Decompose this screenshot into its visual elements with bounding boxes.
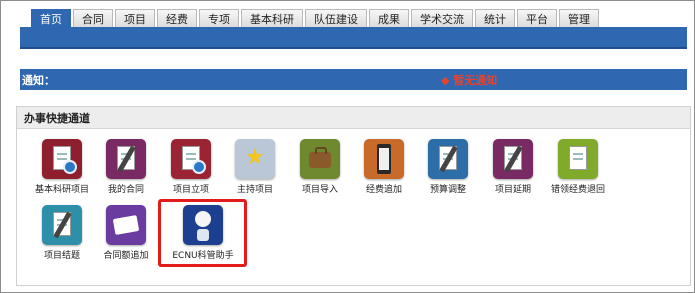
document-disc-icon <box>42 139 82 179</box>
notice-message: ◆ 暂无通知 <box>441 73 498 87</box>
folder-star-icon: ★ <box>235 139 275 179</box>
notice-label: 通知： <box>22 73 55 87</box>
shortcut-label: 项目立项 <box>172 185 209 195</box>
tab-special[interactable]: 专项 <box>199 9 239 27</box>
tab-projects[interactable]: 项目 <box>115 9 155 27</box>
tab-team-building[interactable]: 队伍建设 <box>305 9 367 27</box>
shortcut-label: 经费追加 <box>365 185 402 195</box>
clipboard-icon <box>364 139 404 179</box>
shortcut-label: 项目延期 <box>494 185 531 195</box>
document-disc-icon <box>171 139 211 179</box>
shortcut-hosted-projects[interactable]: ★ 主持项目 <box>219 139 291 199</box>
briefcase-icon <box>300 139 340 179</box>
tab-basic-research[interactable]: 基本科研 <box>241 9 303 27</box>
shortcut-project-initiation[interactable]: 项目立项 <box>155 139 227 199</box>
shortcut-label: 项目导入 <box>301 185 338 195</box>
panel-title: 办事快捷通道 <box>24 111 90 125</box>
tab-home[interactable]: 首页 <box>31 9 71 27</box>
panel-header: 办事快捷通道 <box>17 107 690 129</box>
tab-management[interactable]: 管理 <box>559 9 599 27</box>
shortcut-label: 合同额追加 <box>103 251 149 261</box>
highlight-box <box>158 199 247 267</box>
shortcut-label: 项目结题 <box>43 251 80 261</box>
shortcut-project-closure[interactable]: 项目结题 <box>26 205 98 265</box>
tab-platform[interactable]: 平台 <box>517 9 557 27</box>
shortcut-label: 我的合同 <box>107 185 144 195</box>
notepad-pen-icon <box>42 205 82 245</box>
film-clip-icon <box>106 205 146 245</box>
shortcut-contract-amount-addition[interactable]: 合同额追加 <box>90 205 162 265</box>
contract-pen-icon <box>106 139 146 179</box>
app-frame: 首页 合同 项目 经费 专项 基本科研 队伍建设 成果 学术交流 统计 平台 管… <box>0 0 695 293</box>
shortcut-label: 错领经费退回 <box>550 185 605 195</box>
shortcut-project-import[interactable]: 项目导入 <box>284 139 356 199</box>
shortcut-basic-research-project[interactable]: 基本科研项目 <box>26 139 98 199</box>
tab-achievements[interactable]: 成果 <box>369 9 409 27</box>
shortcut-budget-adjustment[interactable]: 预算调整 <box>412 139 484 199</box>
shortcut-label: 预算调整 <box>429 185 466 195</box>
notepad-pen-icon <box>428 139 468 179</box>
shortcut-funding-refund[interactable]: 错领经费退回 <box>542 139 614 199</box>
shortcut-label: 基本科研项目 <box>34 185 89 195</box>
tab-academic-exchange[interactable]: 学术交流 <box>411 9 473 27</box>
notice-bar: 通知： ◆ 暂无通知 <box>20 69 687 90</box>
tab-statistics[interactable]: 统计 <box>475 9 515 27</box>
tab-funding[interactable]: 经费 <box>157 9 197 27</box>
shortcut-funding-addition[interactable]: 经费追加 <box>348 139 420 199</box>
shortcut-project-extension[interactable]: 项目延期 <box>477 139 549 199</box>
notepad-icon <box>558 139 598 179</box>
notepad-pen-icon <box>493 139 533 179</box>
shortcut-label: 主持项目 <box>236 185 273 195</box>
sub-nav-bar <box>20 27 687 49</box>
main-nav-tabs: 首页 合同 项目 经费 专项 基本科研 队伍建设 成果 学术交流 统计 平台 管… <box>31 9 599 27</box>
tab-contracts[interactable]: 合同 <box>73 9 113 27</box>
shortcut-my-contracts[interactable]: 我的合同 <box>90 139 162 199</box>
